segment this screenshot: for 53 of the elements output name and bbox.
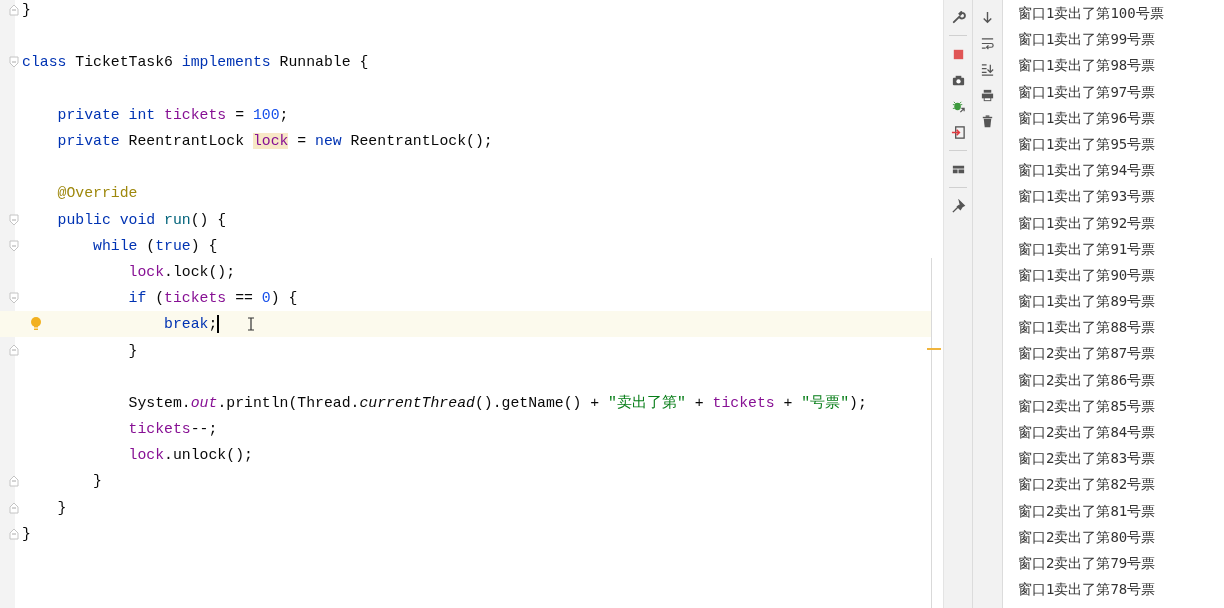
- console-output-line: 窗口2卖出了第79号票: [1018, 553, 1156, 572]
- code-line: }: [128, 341, 138, 361]
- fold-marker-icon[interactable]: [9, 475, 19, 488]
- code-line: lock.unlock();: [128, 446, 253, 466]
- fold-marker-icon[interactable]: [9, 56, 19, 69]
- console-output-line: 窗口2卖出了第81号票: [1018, 501, 1156, 520]
- code-line: }: [22, 524, 31, 544]
- code-line: if (tickets == 0) {: [128, 289, 298, 309]
- console-output-line: 窗口1卖出了第96号票: [1018, 108, 1156, 127]
- text-cursor-icon: [247, 317, 255, 331]
- fold-marker-icon[interactable]: [9, 292, 19, 305]
- console-output-line: 窗口2卖出了第84号票: [1018, 423, 1156, 441]
- fold-marker-icon[interactable]: [9, 527, 19, 540]
- console-output-line: 窗口1卖出了第92号票: [1018, 213, 1156, 232]
- code-line: while (true) {: [93, 236, 218, 256]
- code-line: class TicketTask6 implements Runnable {: [22, 53, 369, 73]
- console-output-line: 窗口1卖出了第99号票: [1018, 30, 1156, 49]
- code-line: System.out.println(Thread.currentThread().getName() + "卖出了第" + tickets + "号票");: [128, 393, 867, 413]
- code-line: private int tickets = 100;: [57, 105, 289, 125]
- console-output-line: 窗口1卖出了第89号票: [1018, 292, 1156, 311]
- code-line: tickets--;: [128, 420, 218, 440]
- console-output-line: 窗口1卖出了第100号票: [1018, 4, 1164, 22]
- code-line: }: [93, 472, 102, 492]
- fold-marker-icon[interactable]: [9, 213, 19, 226]
- console-output-line: 窗口2卖出了第87号票: [1018, 344, 1156, 363]
- console-output-line: 窗口1卖出了第78号票: [1018, 580, 1156, 599]
- warning-marker[interactable]: [927, 348, 941, 350]
- code-line: break;: [164, 315, 218, 335]
- fold-marker-icon[interactable]: [9, 501, 19, 514]
- console-output-line: 窗口1卖出了第94号票: [1018, 161, 1156, 180]
- console-output-line: 窗口1卖出了第98号票: [1018, 56, 1156, 75]
- console-output-line: 窗口2卖出了第86号票: [1018, 370, 1156, 389]
- console-output-line: 窗口1卖出了第95号票: [1018, 134, 1156, 153]
- code-line: public void run() {: [57, 210, 227, 230]
- console-output-line: 窗口2卖出了第82号票: [1018, 475, 1156, 494]
- console-output-line: 窗口1卖出了第97号票: [1018, 82, 1156, 101]
- code-line: private ReentrantLock lock = new ReentrantLock();: [57, 132, 493, 152]
- console-output-line: 窗口1卖出了第90号票: [1018, 265, 1156, 284]
- code-line: }: [57, 498, 67, 518]
- code-line: }: [22, 1, 31, 21]
- fold-marker-icon[interactable]: [9, 344, 19, 357]
- lightbulb-icon[interactable]: [30, 316, 42, 333]
- console-output-line: 窗口2卖出了第80号票: [1018, 527, 1156, 546]
- text-caret: [217, 315, 219, 334]
- console-output-line: 窗口1卖出了第93号票: [1018, 187, 1156, 206]
- console-output-line: 窗口1卖出了第91号票: [1018, 239, 1156, 258]
- console-output-line: 窗口1卖出了第88号票: [1018, 318, 1156, 337]
- console-output-line: 窗口2卖出了第83号票: [1018, 449, 1156, 468]
- code-line: lock.lock();: [128, 262, 236, 282]
- console-output-line: 窗口2卖出了第85号票: [1018, 396, 1156, 415]
- code-line: @Override: [57, 184, 138, 204]
- fold-marker-icon[interactable]: [9, 239, 19, 252]
- fold-marker-icon[interactable]: [9, 4, 19, 16]
